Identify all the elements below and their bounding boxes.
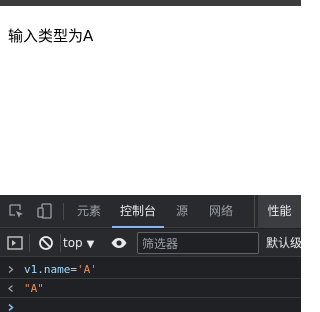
- page-text: 输入类型为A: [8, 27, 94, 45]
- toolbar-divider: [29, 234, 30, 252]
- console-input-code: v1.name='A': [24, 260, 97, 279]
- log-levels-dropdown[interactable]: 默认级: [266, 233, 301, 253]
- tab-network[interactable]: 网络: [203, 195, 239, 228]
- tab-console-label: 控制台: [119, 204, 156, 218]
- tab-sources-label: 源: [175, 204, 188, 218]
- filter-field[interactable]: [137, 232, 259, 254]
- tab-network-label: 网络: [208, 204, 233, 218]
- show-sidebar-icon[interactable]: [6, 234, 24, 252]
- inspect-element-icon[interactable]: [7, 202, 25, 220]
- code-property: .name: [37, 263, 71, 276]
- context-selector-value: top: [63, 236, 83, 250]
- tab-console[interactable]: 控制台: [112, 195, 164, 228]
- devtools-panel: 元素 控制台 源 网络 性能 top ▼ 筛选器 默认级 v1.name='A'…: [0, 195, 301, 312]
- toolbar-divider: [60, 234, 61, 252]
- code-string: 'A': [77, 263, 97, 276]
- browser-top-bar: [0, 0, 301, 6]
- code-variable: v1: [24, 263, 38, 276]
- tab-performance[interactable]: 性能: [258, 195, 301, 228]
- chevron-down-icon: ▼: [86, 239, 95, 250]
- tab-elements[interactable]: 元素: [70, 195, 108, 228]
- active-tab-indicator: [112, 226, 164, 228]
- eye-icon[interactable]: [110, 234, 128, 252]
- clear-console-icon[interactable]: [37, 234, 55, 252]
- tab-performance-label: 性能: [267, 204, 292, 218]
- tab-bar-divider: [254, 195, 255, 228]
- console-toolbar: top▼ 默认级: [0, 229, 301, 257]
- tab-sources[interactable]: 源: [170, 195, 194, 228]
- filter-input[interactable]: [138, 234, 258, 254]
- tab-elements-label: 元素: [76, 204, 101, 218]
- console-output[interactable]: v1.name='A' "A": [0, 258, 301, 312]
- chevron-right-icon: [6, 260, 16, 279]
- console-result-value: "A": [24, 282, 44, 295]
- chevron-left-icon: [6, 279, 16, 298]
- console-prompt-line[interactable]: [0, 298, 301, 312]
- tab-bar-divider: [63, 203, 64, 220]
- devtools-tab-bar: 元素 控制台 源 网络 性能: [0, 195, 301, 228]
- context-selector[interactable]: top ▼: [63, 233, 94, 253]
- console-input-line: v1.name='A': [0, 260, 301, 279]
- device-toolbar-icon[interactable]: [36, 202, 54, 220]
- prompt-chevron-icon: [6, 298, 16, 312]
- console-result-line: "A": [0, 279, 301, 298]
- code-operator: =: [70, 263, 77, 276]
